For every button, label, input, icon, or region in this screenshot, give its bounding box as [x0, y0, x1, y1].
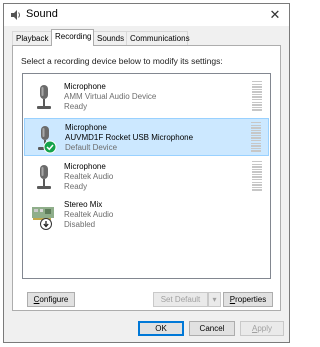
device-status: Ready [64, 182, 88, 191]
level-meter [252, 81, 262, 113]
microphone-default-icon [38, 126, 57, 154]
device-name: Microphone [65, 123, 107, 132]
list-item[interactable]: Microphone Realtek Audio Ready [24, 158, 269, 196]
apply-button[interactable]: Apply [240, 321, 284, 336]
window-title: Sound [26, 8, 58, 20]
tab-sounds[interactable]: Sounds [93, 31, 127, 45]
device-description: Realtek Audio [64, 210, 114, 219]
list-item-selected[interactable]: Microphone AUVMD1F Rocket USB Microphone… [24, 118, 269, 156]
device-description: AUVMD1F Rocket USB Microphone [65, 133, 194, 142]
tab-playback[interactable]: Playback [12, 31, 52, 45]
tab-communications[interactable]: Communications [126, 31, 190, 45]
configure-button[interactable]: Configure [27, 292, 75, 307]
set-default-label: Set Default [160, 295, 201, 304]
device-description: AMM Virtual Audio Device [64, 92, 157, 101]
microphone-icon [37, 85, 51, 109]
properties-button[interactable]: Properties [223, 292, 273, 307]
sound-dialog: Sound ✕ Playback Recording Sounds Commun… [3, 3, 290, 343]
cancel-button[interactable]: Cancel [189, 321, 235, 336]
device-name: Stereo Mix [64, 200, 103, 209]
level-meter [251, 122, 261, 154]
list-item[interactable]: Stereo Mix Realtek Audio Disabled [24, 196, 269, 234]
speaker-icon [11, 10, 20, 20]
device-name: Microphone [64, 82, 106, 91]
instruction-text: Select a recording device below to modif… [21, 56, 223, 66]
microphone-icon [37, 165, 51, 189]
set-default-dropdown[interactable]: ▾ [208, 292, 221, 307]
device-status: Disabled [64, 220, 96, 229]
device-description: Realtek Audio [64, 172, 114, 181]
ok-button[interactable]: OK [138, 321, 184, 336]
device-status: Ready [64, 102, 88, 111]
level-meter [252, 161, 262, 193]
sound-card-disabled-icon [32, 207, 54, 230]
device-status: Default Device [65, 143, 118, 152]
device-list[interactable]: Microphone AMM Virtual Audio Device Read… [22, 73, 271, 279]
recording-panel: Select a recording device below to modif… [12, 45, 281, 311]
title-bar: Sound ✕ [4, 4, 289, 26]
list-item[interactable]: Microphone AMM Virtual Audio Device Read… [24, 78, 269, 116]
set-default-button[interactable]: Set Default [153, 292, 208, 307]
device-name: Microphone [64, 162, 106, 171]
tab-recording[interactable]: Recording [51, 29, 94, 46]
close-button[interactable]: ✕ [267, 7, 283, 23]
